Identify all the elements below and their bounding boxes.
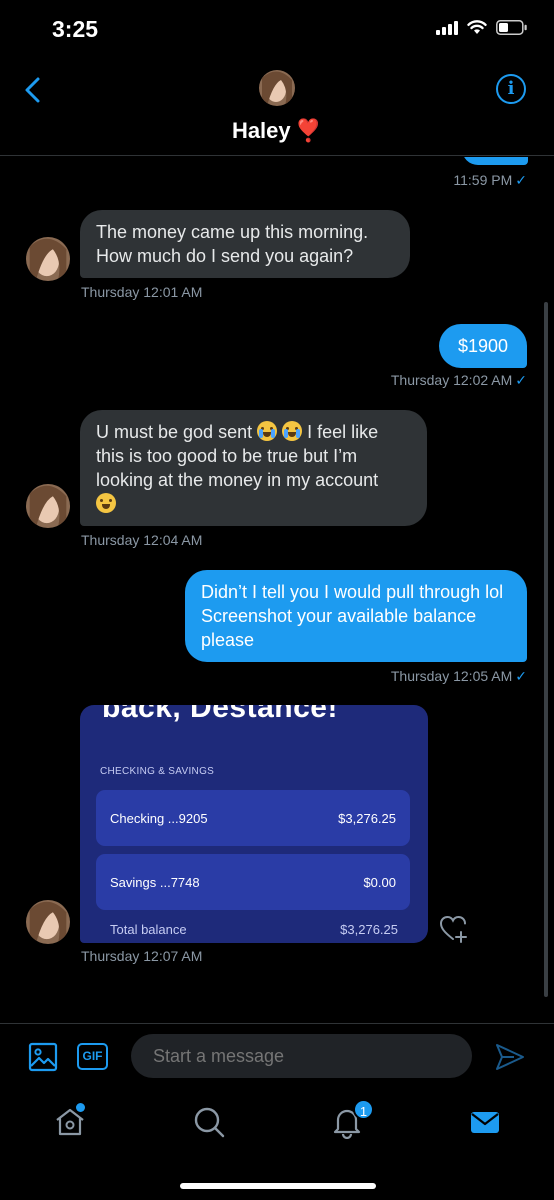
- heart-emoji: ❣️: [294, 118, 323, 143]
- account-name: Savings ...7748: [110, 875, 200, 890]
- message-bubble-outgoing[interactable]: [462, 157, 528, 165]
- message-timestamp: Thursday 12:05 AM ✓: [390, 668, 527, 684]
- info-icon[interactable]: i: [496, 74, 526, 104]
- home-indicator[interactable]: [180, 1183, 376, 1189]
- message-timestamp: Thursday 12:01 AM: [81, 284, 203, 300]
- avatar-image: [26, 484, 70, 528]
- message-timestamp: Thursday 12:04 AM: [81, 532, 203, 548]
- message-bubble-outgoing[interactable]: $1900: [439, 324, 527, 368]
- total-amount: $3,276.25: [340, 922, 398, 937]
- avatar[interactable]: [26, 900, 70, 944]
- avatar-image: [26, 900, 70, 944]
- crying-face-emoji: [282, 421, 303, 441]
- contact-name[interactable]: Haley ❣️: [0, 118, 554, 144]
- account-row: Savings ...7748 $0.00: [96, 854, 410, 910]
- account-row: Checking ...9205 $3,276.25: [96, 790, 410, 846]
- send-icon[interactable]: [494, 1041, 526, 1073]
- back-chevron-icon[interactable]: [20, 74, 46, 106]
- avatar[interactable]: [259, 70, 295, 106]
- status-time: 3:25: [52, 16, 99, 42]
- account-name: Checking ...9205: [110, 811, 208, 826]
- cellular-signal-icon: [436, 20, 458, 35]
- avatar[interactable]: [26, 237, 70, 281]
- message-timestamp: Thursday 12:07 AM: [81, 948, 203, 964]
- message-bubble-incoming[interactable]: The money came up this morning. How much…: [80, 210, 410, 278]
- scrollbar[interactable]: [544, 302, 548, 997]
- message-list[interactable]: 11:59 PM ✓ The money came up this morning…: [0, 157, 554, 1023]
- crying-face-emoji: [257, 421, 278, 441]
- message-bubble-incoming[interactable]: U must be god sent I feel like this is t…: [80, 410, 427, 526]
- wifi-icon: [467, 20, 487, 34]
- gif-icon[interactable]: GIF: [77, 1043, 108, 1070]
- heart-plus-icon[interactable]: [440, 914, 470, 944]
- mail-icon[interactable]: [468, 1105, 502, 1139]
- shared-image[interactable]: back, Destance! CHECKING & SAVINGS Check…: [80, 705, 428, 943]
- message-composer: GIF: [0, 1023, 554, 1091]
- conversation-header: Haley ❣️ i: [0, 60, 554, 156]
- notification-badge: 1: [353, 1099, 374, 1120]
- avatar-image: [259, 70, 295, 106]
- account-amount: $0.00: [363, 875, 396, 890]
- section-label: CHECKING & SAVINGS: [100, 766, 215, 777]
- message-timestamp: Thursday 12:02 AM ✓: [390, 372, 527, 388]
- battery-icon: [496, 20, 527, 35]
- message-bubble-outgoing[interactable]: Didn’t I tell you I would pull through l…: [185, 570, 527, 662]
- status-bar: 3:25: [0, 0, 554, 60]
- contact-name-text: Haley: [231, 118, 291, 143]
- account-amount: $3,276.25: [338, 811, 396, 826]
- message-input[interactable]: [131, 1034, 472, 1078]
- image-icon[interactable]: [28, 1042, 58, 1072]
- avatar-image: [26, 237, 70, 281]
- shared-image-heading: back, Destance!: [102, 705, 338, 724]
- search-icon[interactable]: [192, 1105, 226, 1139]
- tears-of-joy-emoji: [96, 493, 116, 513]
- message-timestamp: 11:59 PM ✓: [453, 172, 527, 188]
- avatar[interactable]: [26, 484, 70, 528]
- status-icons: [436, 20, 528, 35]
- home-notification-dot: [76, 1103, 85, 1112]
- total-label: Total balance: [110, 922, 187, 937]
